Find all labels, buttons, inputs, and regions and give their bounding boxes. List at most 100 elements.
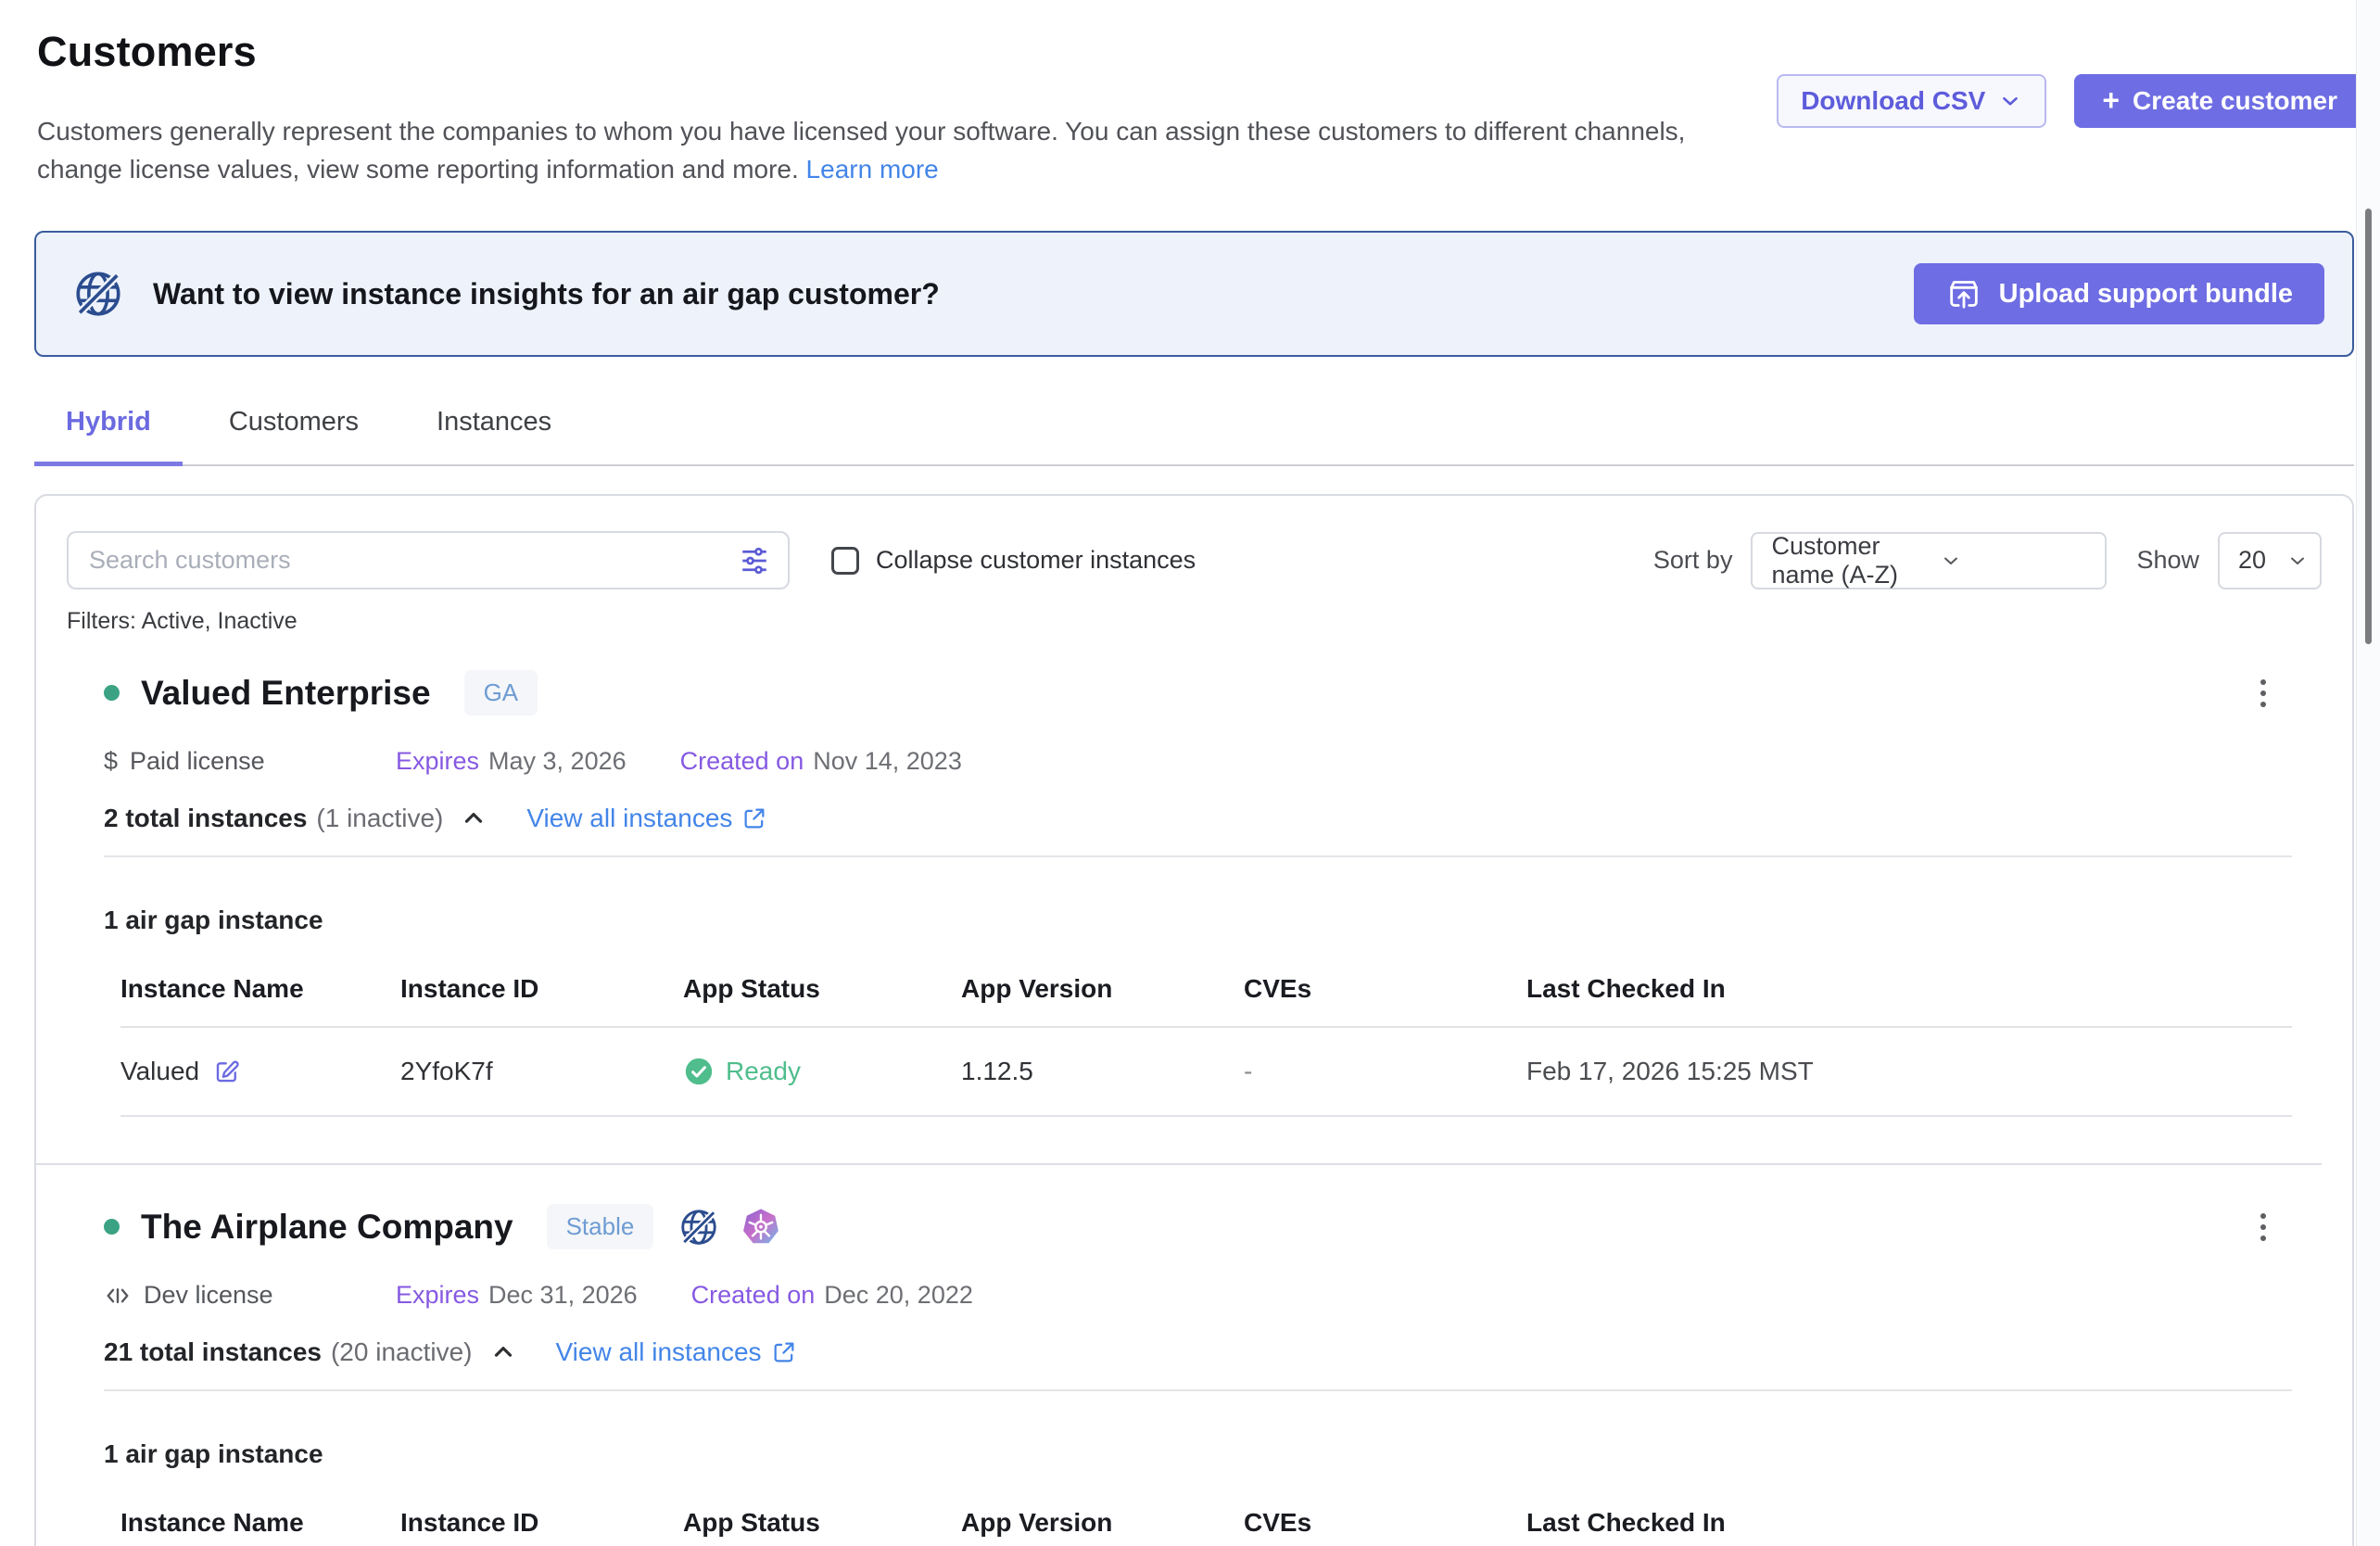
created-date: Dec 20, 2022: [824, 1281, 973, 1310]
license-type: Dev license: [104, 1281, 396, 1310]
sort-select[interactable]: Customer name (A-Z): [1751, 532, 2107, 589]
col-app-version: App Version: [961, 974, 1244, 1004]
created-pair: Created on Nov 14, 2023: [680, 747, 962, 776]
table-header-row: Instance Name Instance ID App Status App…: [120, 1508, 2292, 1546]
collapse-section-chevron-up-icon[interactable]: [460, 805, 487, 832]
channel-badge: Stable: [547, 1204, 654, 1249]
check-circle-icon: [683, 1056, 715, 1087]
col-app-version: App Version: [961, 1508, 1244, 1538]
chevron-down-icon: [2286, 550, 2309, 572]
col-instance-name: Instance Name: [120, 974, 400, 1004]
customer-type-icons: [677, 1206, 781, 1248]
dev-license-code-icon: [104, 1282, 132, 1310]
customer-name[interactable]: Valued Enterprise: [141, 674, 431, 713]
airgap-instances-table: Instance Name Instance ID App Status App…: [120, 1508, 2292, 1546]
customer-name-row: Valued Enterprise GA: [104, 670, 2322, 716]
search-input[interactable]: [67, 531, 790, 589]
expires-date: May 3, 2026: [488, 747, 627, 776]
sort-select-value: Customer name (A-Z): [1771, 532, 1919, 589]
customer-menu-kebab-icon[interactable]: [2253, 672, 2273, 715]
customers-page: Customers Download CSV + Create customer…: [0, 0, 2380, 1546]
edit-icon[interactable]: [213, 1058, 241, 1085]
cves: -: [1244, 1057, 1526, 1086]
col-last-checked-in: Last Checked In: [1526, 1508, 2292, 1538]
view-all-instances-label: View all instances: [556, 1337, 762, 1367]
customer-meta-row: $ Paid license Expires May 3, 2026 Creat…: [104, 747, 2322, 776]
collapse-instances-control: Collapse customer instances: [831, 546, 1196, 575]
collapse-instances-label: Collapse customer instances: [876, 546, 1196, 575]
filter-sliders-icon[interactable]: [738, 544, 771, 577]
external-link-icon: [771, 1339, 797, 1365]
instance-id: 2YfoK7f: [400, 1057, 683, 1086]
col-instance-name: Instance Name: [120, 1508, 400, 1538]
sort-by-label: Sort by: [1653, 546, 1733, 575]
page-title: Customers: [37, 28, 2343, 76]
expires-pair: Expires May 3, 2026: [396, 747, 627, 776]
page-description: Customers generally represent the compan…: [37, 113, 1715, 188]
kubernetes-icon: [741, 1207, 781, 1248]
instances-summary-row: 2 total instances (1 inactive) View all …: [104, 804, 2322, 833]
customer-card-valued-enterprise: Valued Enterprise GA $ Paid license Expi…: [67, 670, 2322, 1117]
customer-card-airplane-company: The Airplane Company Stable: [67, 1204, 2322, 1546]
collapse-instances-checkbox[interactable]: [831, 547, 859, 575]
inactive-instances-count: (20 inactive): [331, 1337, 473, 1367]
total-instances-count: 2 total instances: [104, 804, 307, 833]
collapse-section-chevron-up-icon[interactable]: [489, 1338, 517, 1366]
learn-more-link[interactable]: Learn more: [806, 155, 939, 184]
divider: [104, 1389, 2292, 1391]
show-select-value: 20: [2238, 546, 2266, 575]
dollar-icon: $: [104, 747, 118, 776]
upload-icon: [1945, 275, 1982, 312]
app-status-cell: Ready: [683, 1056, 961, 1087]
created-on-label: Created on: [691, 1281, 816, 1310]
expires-date: Dec 31, 2026: [488, 1281, 638, 1310]
view-all-instances-link[interactable]: View all instances: [526, 804, 767, 833]
list-toolbar: Collapse customer instances Sort by Cust…: [67, 531, 2322, 589]
download-csv-button[interactable]: Download CSV: [1777, 74, 2046, 128]
customer-meta-row: Dev license Expires Dec 31, 2026 Created…: [104, 1281, 2322, 1310]
last-checked-in: Feb 17, 2026 15:25 MST: [1526, 1057, 2292, 1086]
airgap-instances-heading: 1 air gap instance: [104, 1439, 2322, 1469]
active-filters-text: Filters: Active, Inactive: [67, 608, 2322, 635]
upload-support-bundle-button[interactable]: Upload support bundle: [1914, 263, 2324, 324]
air-gap-globe-icon: [71, 267, 125, 321]
chevron-down-icon: [1998, 89, 2022, 113]
air-gap-icon: [677, 1206, 720, 1248]
upload-button-label: Upload support bundle: [1999, 279, 2293, 310]
col-app-status: App Status: [683, 974, 961, 1004]
col-last-checked-in: Last Checked In: [1526, 974, 2292, 1004]
active-status-dot: [104, 1219, 120, 1235]
view-all-instances-link[interactable]: View all instances: [556, 1337, 797, 1367]
scrollbar-track[interactable]: [2356, 0, 2380, 1546]
show-select[interactable]: 20: [2218, 532, 2322, 589]
page-header: Customers Download CSV + Create customer…: [0, 0, 2380, 188]
chevron-down-icon: [1940, 550, 2088, 572]
col-instance-id: Instance ID: [400, 974, 683, 1004]
inactive-instances-count: (1 inactive): [316, 804, 443, 833]
view-all-instances-label: View all instances: [526, 804, 732, 833]
active-status-dot: [104, 685, 120, 701]
scrollbar-thumb[interactable]: [2365, 209, 2372, 644]
header-actions: Download CSV + Create customer: [1777, 74, 2365, 128]
created-date: Nov 14, 2023: [813, 747, 962, 776]
app-status: Ready: [726, 1057, 801, 1086]
search-wrap: [67, 531, 790, 589]
create-customer-button[interactable]: + Create customer: [2074, 74, 2365, 128]
airgap-banner: Want to view instance insights for an ai…: [34, 231, 2354, 357]
customer-menu-kebab-icon[interactable]: [2253, 1206, 2273, 1248]
tab-instances[interactable]: Instances: [405, 407, 583, 466]
tab-customers[interactable]: Customers: [197, 407, 390, 466]
instance-name: Valued: [120, 1057, 199, 1086]
table-row: Valued 2YfoK7f Ready: [120, 1028, 2292, 1117]
plus-icon: +: [2102, 85, 2120, 115]
banner-title: Want to view instance insights for an ai…: [153, 277, 940, 311]
instances-summary-row: 21 total instances (20 inactive) View al…: [104, 1337, 2322, 1367]
app-version: 1.12.5: [961, 1057, 1244, 1086]
airgap-instances-heading: 1 air gap instance: [104, 906, 2322, 935]
tab-hybrid[interactable]: Hybrid: [34, 407, 183, 466]
customer-name[interactable]: The Airplane Company: [141, 1208, 513, 1247]
license-type: $ Paid license: [104, 747, 396, 776]
col-app-status: App Status: [683, 1508, 961, 1538]
show-label: Show: [2136, 546, 2199, 575]
total-instances-count: 21 total instances: [104, 1337, 322, 1367]
